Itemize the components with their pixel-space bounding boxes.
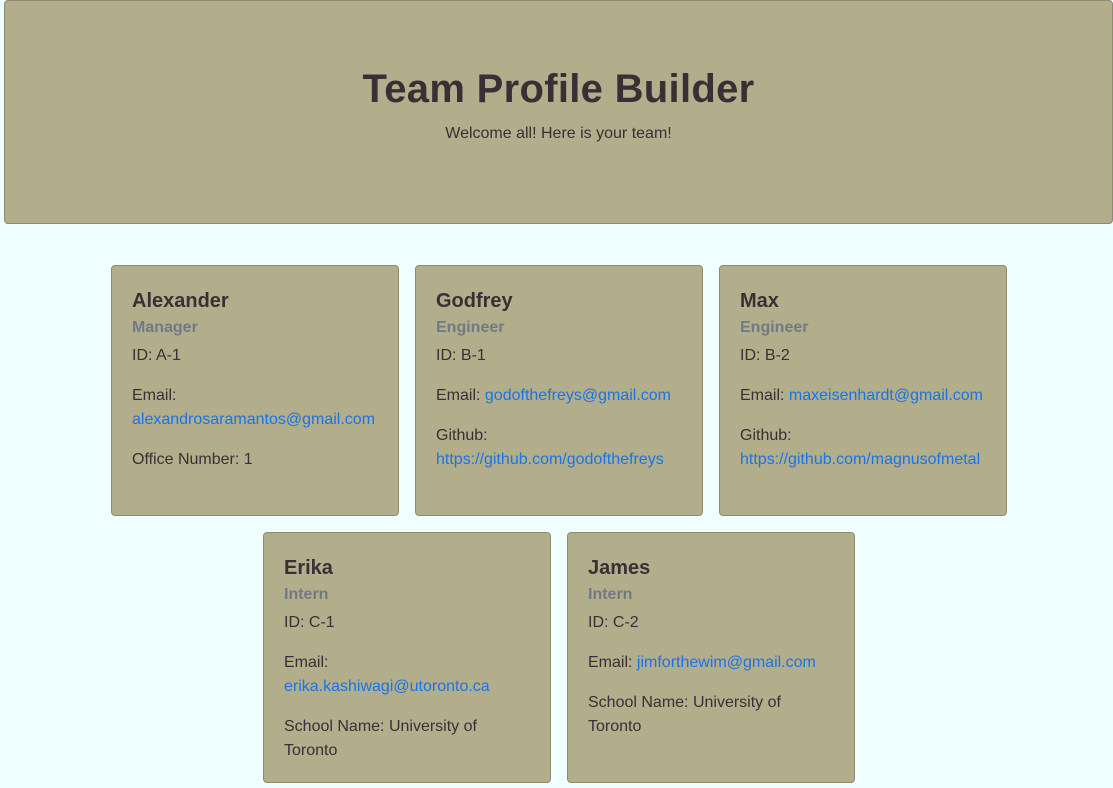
email-label: Email: (284, 654, 329, 671)
employee-name: Erika (284, 557, 333, 579)
header-banner: Team Profile Builder Welcome all! Here i… (4, 0, 1113, 224)
github-label: Github: (436, 427, 488, 444)
email-link[interactable]: erika.kashiwagi@utoronto.ca (284, 678, 490, 695)
github-row: Github: https://github.com/godofthefreys (436, 424, 682, 472)
employee-id: ID: B-2 (740, 347, 790, 364)
employee-role: Intern (588, 586, 633, 603)
email-label: Email: (740, 387, 785, 404)
github-link[interactable]: https://github.com/magnusofmetal (740, 451, 980, 468)
email-link[interactable]: maxeisenhardt@gmail.com (789, 387, 983, 404)
employee-email-row: Email: erika.kashiwagi@utoronto.ca (284, 651, 530, 699)
page-subtitle: Welcome all! Here is your team! (445, 125, 672, 142)
employee-role: Manager (132, 319, 198, 336)
email-link[interactable]: jimforthewim@gmail.com (637, 654, 816, 671)
employee-id: ID: C-1 (284, 614, 335, 631)
employee-card: Max Engineer ID: B-2 Email: maxeisenhard… (719, 265, 1007, 516)
school-name: School Name: University of Toronto (588, 694, 781, 735)
employee-card: Godfrey Engineer ID: B-1 Email: godofthe… (415, 265, 703, 516)
employee-role: Engineer (436, 319, 505, 336)
email-label: Email: (436, 387, 481, 404)
email-label: Email: (588, 654, 633, 671)
employee-name: Alexander (132, 290, 229, 312)
employee-id: ID: A-1 (132, 347, 181, 364)
employee-id: ID: C-2 (588, 614, 639, 631)
email-label: Email: (132, 387, 177, 404)
employee-id: ID: B-1 (436, 347, 486, 364)
github-label: Github: (740, 427, 792, 444)
employee-card: Erika Intern ID: C-1 Email: erika.kashiw… (263, 532, 551, 783)
employee-name: Godfrey (436, 290, 513, 312)
employee-card: Alexander Manager ID: A-1 Email: alexand… (111, 265, 399, 516)
office-number: Office Number: 1 (132, 451, 253, 468)
employee-email-row: Email: jimforthewim@gmail.com (588, 651, 834, 675)
employee-email-row: Email: maxeisenhardt@gmail.com (740, 384, 986, 408)
employee-name: Max (740, 290, 779, 312)
employee-card: James Intern ID: C-2 Email: jimforthewim… (567, 532, 855, 783)
employee-email-row: Email: godofthefreys@gmail.com (436, 384, 682, 408)
page-title: Team Profile Builder (362, 67, 755, 111)
employee-name: James (588, 557, 651, 579)
email-link[interactable]: alexandrosaramantos@gmail.com (132, 411, 375, 428)
employee-role: Engineer (740, 319, 809, 336)
github-link[interactable]: https://github.com/godofthefreys (436, 451, 664, 468)
github-row: Github: https://github.com/magnusofmetal (740, 424, 986, 472)
employee-email-row: Email: alexandrosaramantos@gmail.com (132, 384, 378, 432)
employee-role: Intern (284, 586, 329, 603)
email-link[interactable]: godofthefreys@gmail.com (485, 387, 671, 404)
school-name: School Name: University of Toronto (284, 718, 477, 759)
